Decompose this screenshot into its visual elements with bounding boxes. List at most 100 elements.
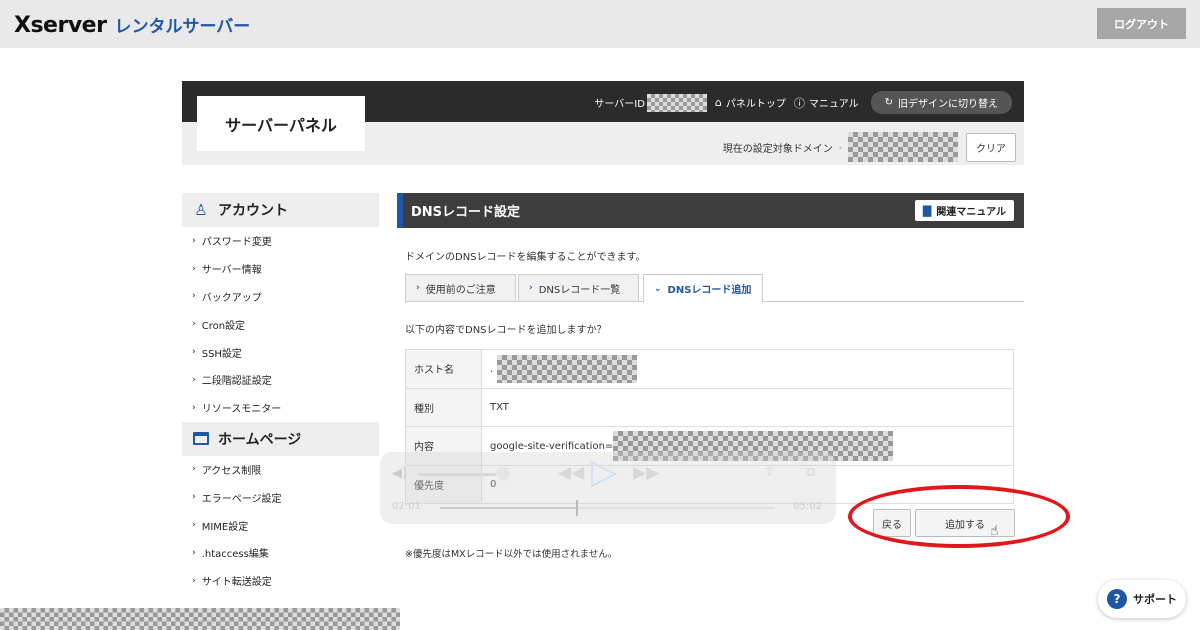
homepage-heading-label: ホームページ: [218, 431, 302, 448]
elapsed-time: 02:01: [392, 501, 421, 512]
fast-forward-icon[interactable]: ▶▶: [633, 463, 659, 483]
chevron-right-icon: ›: [192, 464, 196, 475]
sidebar-item-label: エラーページ設定: [201, 493, 282, 505]
sidebar-item-2fa[interactable]: › 二段階認証設定: [182, 366, 379, 394]
chevron-right-icon: ›: [838, 142, 842, 152]
page-title: DNSレコード設定: [411, 205, 521, 220]
target-domain: 現在の設定対象ドメイン › クリア: [723, 132, 1016, 162]
server-panel-title: サーバーパネル: [197, 96, 365, 151]
panel-top-label: パネルトップ: [725, 99, 786, 110]
confirm-question: 以下の内容でDNSレコードを追加しますか？: [405, 325, 607, 336]
progress-scrubber[interactable]: [576, 500, 578, 516]
brand-sub: レンタルサーバー: [114, 17, 251, 37]
priority-note: ※優先度はMXレコード以外では使用されません。: [405, 549, 618, 560]
host-value: .: [490, 363, 494, 375]
xserver-logo[interactable]: Xserver レンタルサーバー: [14, 12, 250, 38]
sidebar-item-label: サイト転送設定: [201, 577, 272, 589]
play-icon[interactable]: ▷: [591, 455, 617, 489]
tab-label: 使用前のご注意: [425, 284, 496, 296]
account-heading-label: アカウント: [218, 203, 288, 219]
sidebar: ♙ アカウント › パスワード変更 › サーバー情報 › バックアップ › Cron設定…: [182, 193, 379, 613]
tab-dns-record-list[interactable]: › DNSレコード一覧: [518, 274, 639, 302]
redacted-server-id: [646, 93, 707, 112]
sidebar-item-label: サーバー情報: [201, 265, 262, 277]
sidebar-item-label: バックアップ: [201, 292, 262, 304]
annotation-circle: [848, 485, 1070, 548]
redacted-strip: [0, 608, 400, 630]
share-icon[interactable]: ⇧: [764, 465, 775, 480]
chevron-down-icon: ⌄: [654, 283, 662, 294]
sidebar-item-label: リソースモニター: [201, 404, 282, 416]
chevron-right-icon: ›: [192, 263, 196, 274]
sidebar-item-cron[interactable]: › Cron設定: [182, 310, 379, 338]
clear-button[interactable]: クリア: [966, 132, 1016, 162]
sidebar-item-label: .htaccess編集: [201, 549, 269, 561]
tab-label: DNSレコード一覧: [538, 284, 621, 296]
help-icon: ?: [1107, 589, 1127, 609]
top-bar: Xserver レンタルサーバー ログアウト: [0, 0, 1200, 48]
picture-in-picture-icon[interactable]: ⧉: [806, 465, 815, 480]
sidebar-item-error-page[interactable]: › エラーページ設定: [182, 483, 379, 511]
chevron-right-icon: ›: [416, 283, 420, 293]
refresh-icon: ↻: [884, 97, 893, 108]
support-button[interactable]: ? サポート: [1098, 580, 1186, 618]
sidebar-item-label: アクセス制限: [201, 465, 262, 477]
header-nav: サーバーID ⌂ パネルトップ ⓘ マニュアル ↻ 旧デザインに切り替え: [594, 91, 1012, 114]
sidebar-item-label: MIME設定: [201, 521, 249, 533]
browser-window-icon: [192, 432, 210, 446]
sidebar-item-ssh[interactable]: › SSH設定: [182, 338, 379, 366]
redacted-domain: [848, 132, 958, 162]
server-panel-header: サーバーパネル サーバーID ⌂ パネルトップ ⓘ マニュアル ↻ 旧デザインに…: [182, 81, 1024, 165]
progress-fill: [440, 507, 576, 509]
sidebar-item-access-control[interactable]: › アクセス制限: [182, 456, 379, 484]
home-icon: ⌂: [714, 96, 722, 109]
switch-old-design-label: 旧デザインに切り替え: [898, 99, 998, 110]
volume-knob[interactable]: [496, 467, 510, 481]
related-manual-button[interactable]: ▇ 関連マニュアル: [914, 200, 1014, 221]
sidebar-item-backup[interactable]: › バックアップ: [182, 283, 379, 311]
chevron-right-icon: ›: [192, 402, 196, 413]
sidebar-item-site-redirect[interactable]: › サイト転送設定: [182, 567, 379, 595]
server-id-label: サーバーID: [594, 99, 645, 110]
panel-top-link[interactable]: ⌂ パネルトップ: [715, 95, 786, 110]
sidebar-item-mime[interactable]: › MIME設定: [182, 511, 379, 539]
chevron-right-icon: ›: [192, 235, 196, 246]
dns-record-panel: DNSレコード設定 ▇ 関連マニュアル ドメインのDNSレコードを編集することが…: [397, 193, 1024, 613]
chevron-right-icon: ›: [192, 547, 196, 558]
tab-dns-record-add[interactable]: ⌄ DNSレコード追加: [643, 274, 763, 303]
sidebar-item-server-info[interactable]: › サーバー情報: [182, 255, 379, 283]
chevron-right-icon: ›: [192, 291, 196, 302]
table-row: ホスト名 .: [405, 349, 1014, 389]
sidebar-item-label: SSH設定: [201, 348, 242, 360]
sidebar-heading-account: ♙ アカウント: [182, 193, 379, 227]
user-icon: ♙: [194, 201, 208, 219]
volume-slider[interactable]: [418, 473, 498, 476]
chevron-right-icon: ›: [192, 520, 196, 531]
logout-button[interactable]: ログアウト: [1097, 8, 1186, 39]
manual-label: マニュアル: [808, 99, 859, 110]
target-domain-label: 現在の設定対象ドメイン: [722, 143, 833, 155]
tab-precautions[interactable]: › 使用前のご注意: [405, 274, 516, 302]
chevron-right-icon: ›: [192, 374, 196, 385]
row-key: 種別: [405, 387, 482, 427]
tab-bar: › 使用前のご注意 › DNSレコード一覧 ⌄ DNSレコード追加: [405, 274, 1024, 303]
chevron-right-icon: ›: [192, 492, 196, 503]
chevron-right-icon: ›: [192, 319, 196, 330]
remaining-time: 05:02: [793, 501, 822, 512]
chevron-right-icon: ›: [192, 575, 196, 586]
switch-old-design-button[interactable]: ↻ 旧デザインに切り替え: [870, 91, 1012, 114]
support-label: サポート: [1133, 593, 1177, 606]
dns-record-header: DNSレコード設定 ▇ 関連マニュアル: [397, 193, 1024, 228]
row-key: ホスト名: [405, 349, 482, 389]
table-row: 種別 TXT: [405, 387, 1014, 427]
page-description: ドメインのDNSレコードを編集することができます。: [405, 252, 646, 263]
sidebar-item-label: Cron設定: [201, 320, 246, 332]
rewind-icon[interactable]: ◀◀: [558, 463, 584, 483]
sidebar-item-resource-monitor[interactable]: › リソースモニター: [182, 394, 379, 422]
volume-icon[interactable]: ◀): [392, 466, 407, 481]
sidebar-item-htaccess[interactable]: › .htaccess編集: [182, 539, 379, 567]
manual-link[interactable]: ⓘ マニュアル: [794, 95, 859, 111]
sidebar-item-password[interactable]: › パスワード変更: [182, 227, 379, 255]
redacted-hostname: [497, 354, 638, 383]
content-value: google-site-verification=: [490, 440, 614, 452]
